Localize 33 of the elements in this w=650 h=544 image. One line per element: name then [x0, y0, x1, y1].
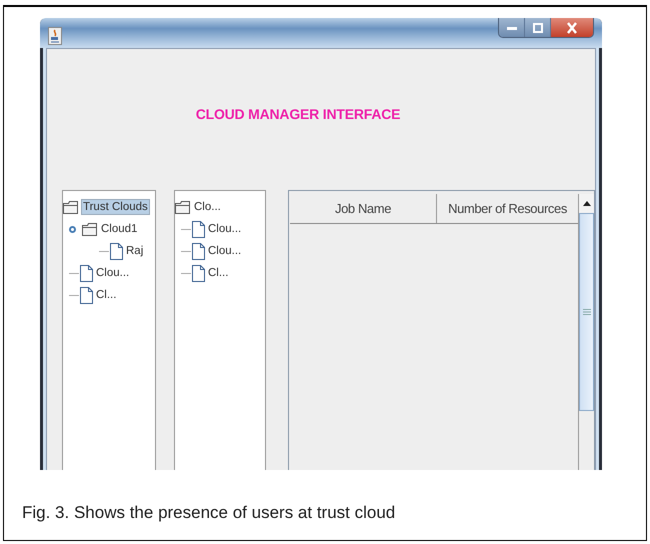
expand-handle-icon[interactable] [69, 226, 76, 232]
app-heading: CLOUD MANAGER INTERFACE [196, 106, 400, 122]
maximize-icon [532, 22, 544, 34]
scroll-thumb[interactable] [579, 213, 594, 411]
tree-item[interactable]: Cloud1 [100, 222, 138, 236]
scrollbar[interactable] [578, 194, 594, 470]
close-icon [565, 22, 579, 34]
up-arrow-icon [582, 201, 590, 206]
cup-icon [48, 27, 62, 45]
minimize-button[interactable] [499, 18, 525, 37]
tree-item[interactable]: Clou... [207, 244, 242, 258]
minimize-icon [506, 24, 518, 30]
tree-item[interactable]: Trust Clouds [81, 199, 150, 215]
document-icon [80, 264, 93, 282]
document-icon [192, 242, 205, 260]
tree-item[interactable]: Raj [125, 244, 144, 258]
column-header[interactable]: Job Name [290, 194, 437, 223]
maximize-button[interactable] [525, 18, 551, 37]
scroll-up-button[interactable] [579, 194, 594, 213]
document-icon [80, 286, 93, 304]
tree-item[interactable]: Clou... [95, 266, 130, 280]
column-header[interactable]: Number of Resources [437, 194, 578, 223]
tree-item[interactable]: Clou... [207, 222, 242, 236]
tree-item[interactable]: Cl... [95, 288, 118, 302]
close-button[interactable] [551, 18, 593, 37]
document-icon [192, 220, 205, 238]
document-icon [192, 264, 205, 282]
figure-caption: Fig. 3. Shows the presence of users at trust cloud [22, 503, 396, 523]
document-icon [110, 242, 123, 260]
tree-item[interactable]: Clo... [193, 200, 222, 214]
grip-icon [582, 309, 590, 315]
folder-icon [82, 222, 98, 236]
tree-item[interactable]: Cl... [207, 266, 230, 280]
